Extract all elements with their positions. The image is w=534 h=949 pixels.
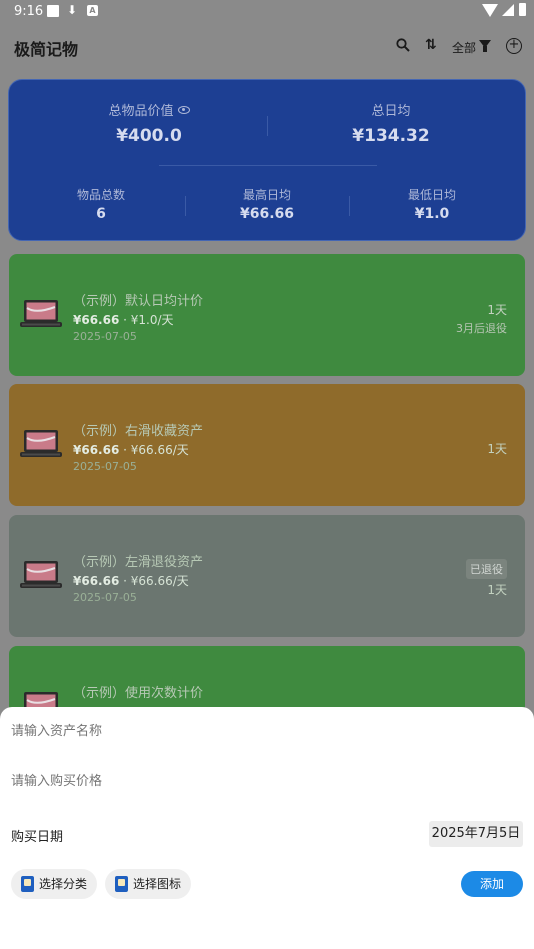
app-bar: 极简记物 ⇅ 全部 + bbox=[0, 24, 534, 70]
item-title: （示例）左滑退役资产 bbox=[73, 555, 204, 570]
search-icon[interactable] bbox=[396, 38, 410, 52]
a-notification-icon: A bbox=[87, 5, 98, 16]
filter-label[interactable]: 全部 bbox=[452, 39, 476, 56]
item-title: （示例）默认日均计价 bbox=[73, 294, 204, 309]
download-icon: ⬇ bbox=[67, 3, 78, 17]
status-bar: 9:16 ⬇ A bbox=[0, 0, 534, 24]
divider bbox=[159, 165, 377, 166]
app-title: 极简记物 bbox=[14, 40, 79, 59]
item-price: ¥66.66 · ¥66.66/天 bbox=[73, 574, 189, 588]
count-label: 物品总数 bbox=[76, 188, 125, 202]
total-daily-label: 总日均 bbox=[371, 104, 411, 119]
item-date: 2025-07-05 bbox=[73, 591, 137, 604]
sort-icon[interactable]: ⇅ bbox=[425, 37, 437, 53]
purchase-date-label: 购买日期 bbox=[11, 830, 64, 845]
item-days: 1天 bbox=[487, 442, 507, 456]
item-date: 2025-07-05 bbox=[73, 460, 137, 473]
filter-icon-stem bbox=[483, 46, 487, 52]
total-daily: ¥134.32 bbox=[352, 126, 430, 146]
total-value: ¥400.0 bbox=[116, 126, 182, 146]
max-daily-value: ¥66.66 bbox=[239, 206, 295, 222]
choose-category-button[interactable]: 选择分类 bbox=[11, 869, 98, 899]
item-date: 2025-07-05 bbox=[73, 330, 137, 343]
summary-card: 总物品价值 ¥400.0 总日均 ¥134.32 物品总数 6 最高日均 ¥66… bbox=[8, 79, 526, 241]
choose-category-label: 选择分类 bbox=[39, 877, 88, 891]
choose-icon-label: 选择图标 bbox=[133, 877, 182, 891]
add-button[interactable]: 添加 bbox=[461, 871, 523, 897]
status-time: 9:16 bbox=[14, 4, 44, 19]
item-title: （示例）右滑收藏资产 bbox=[73, 424, 204, 439]
divider bbox=[349, 196, 350, 216]
laptop-icon bbox=[20, 430, 62, 457]
notification-square-icon bbox=[47, 5, 59, 17]
item-title: （示例）使用次数计价 bbox=[73, 686, 204, 701]
item-price: ¥66.66 · ¥66.66/天 bbox=[73, 443, 189, 457]
divider bbox=[267, 116, 268, 136]
image-icon bbox=[115, 876, 128, 892]
wifi-icon bbox=[482, 4, 498, 17]
max-daily-label: 最高日均 bbox=[242, 188, 291, 202]
item-days: 1天 bbox=[487, 303, 507, 317]
min-daily-label: 最低日均 bbox=[407, 188, 456, 202]
purchase-date-picker[interactable]: 2025年7月5日 bbox=[429, 821, 523, 847]
add-item-sheet: 购买日期 2025年7月5日 选择分类 选择图标 添加 bbox=[0, 707, 534, 949]
item-retire-note: 3月后退役 bbox=[456, 322, 507, 335]
laptop-icon bbox=[20, 300, 62, 327]
count-value: 6 bbox=[96, 206, 106, 222]
add-circle-icon[interactable]: + bbox=[506, 38, 522, 54]
battery-icon bbox=[519, 3, 526, 16]
retired-badge: 已退役 bbox=[466, 559, 507, 579]
laptop-icon bbox=[20, 561, 62, 588]
category-icon bbox=[21, 876, 34, 892]
total-value-label: 总物品价值 bbox=[69, 100, 229, 119]
purchase-price-input[interactable] bbox=[11, 773, 511, 788]
eye-icon[interactable] bbox=[177, 106, 190, 114]
asset-name-input[interactable] bbox=[11, 723, 511, 738]
item-card[interactable]: （示例）默认日均计价 ¥66.66 · ¥1.0/天 2025-07-05 1天… bbox=[9, 254, 525, 376]
choose-icon-button[interactable]: 选择图标 bbox=[105, 869, 192, 899]
min-daily-value: ¥1.0 bbox=[414, 206, 450, 222]
signal-icon bbox=[502, 4, 514, 16]
item-price: ¥66.66 · ¥1.0/天 bbox=[73, 313, 174, 327]
item-days: 1天 bbox=[487, 583, 507, 597]
item-card[interactable]: （示例）右滑收藏资产 ¥66.66 · ¥66.66/天 2025-07-05 … bbox=[9, 384, 525, 506]
item-card[interactable]: （示例）左滑退役资产 ¥66.66 · ¥66.66/天 2025-07-05 … bbox=[9, 515, 525, 637]
divider bbox=[185, 196, 186, 216]
